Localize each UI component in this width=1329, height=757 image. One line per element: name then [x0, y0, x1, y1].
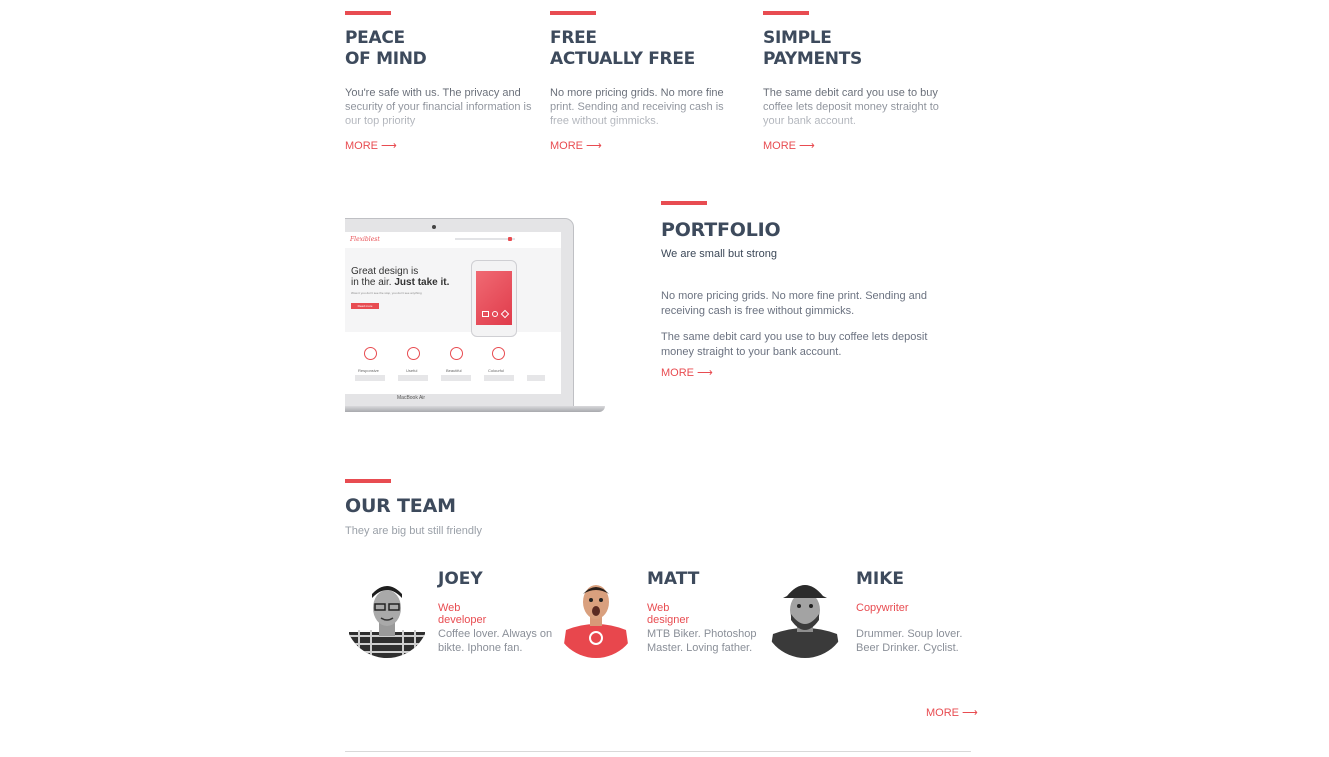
arrow-right-icon: ⟶ [962, 707, 978, 719]
phone-app-icon [500, 309, 510, 319]
accent-bar [661, 201, 707, 205]
member-role: Copywriter [856, 602, 909, 614]
screen-cta-button: Read more [351, 303, 379, 309]
accent-bar [345, 479, 391, 483]
member-name: MATT [647, 569, 700, 589]
screen-hero [345, 248, 561, 332]
member-name: MIKE [856, 569, 905, 589]
camera-icon [432, 225, 436, 229]
laptop-lid: Flexiblest Great design is in the air. J… [345, 218, 574, 408]
portfolio-subtitle: We are small but strong [661, 248, 777, 260]
screen-feature-label: Responsive [358, 368, 379, 373]
screen-feature-icon [364, 347, 377, 360]
accent-bar [345, 11, 391, 15]
feature-text: You're safe with us. The privacy and sec… [345, 86, 535, 128]
avatar [554, 574, 638, 658]
screen-feature-icon [450, 347, 463, 360]
feature-title: FREE ACTUALLY FREE [550, 28, 695, 69]
more-link[interactable]: MORE ⟶ [763, 139, 953, 153]
laptop-brand: MacBook Air [397, 395, 426, 401]
phone-app-icon [482, 311, 489, 317]
member-name: JOEY [438, 569, 483, 589]
screen-phone [471, 260, 517, 337]
screen-logo: Flexiblest [350, 236, 380, 243]
arrow-right-icon: ⟶ [799, 140, 815, 152]
feature-simple: SIMPLE PAYMENTS The same debit card you … [763, 11, 953, 153]
screen-feature-label: Beautiful [446, 368, 462, 373]
feature-title: PEACE OF MIND [345, 28, 427, 69]
laptop-screen: Flexiblest Great design is in the air. J… [345, 232, 561, 394]
feature-text: No more pricing grids. No more fine prin… [550, 86, 740, 128]
screen-nav [455, 238, 515, 240]
section-divider [345, 751, 971, 752]
screen-headline: Great design is in the air. Just take it… [351, 266, 450, 288]
screen-feature-label: Useful [406, 368, 418, 373]
phone-app-icon [492, 311, 498, 317]
portfolio-more-link[interactable]: MORE ⟶ [661, 366, 961, 380]
member-role: Web designer [647, 602, 690, 626]
accent-bar [550, 11, 596, 15]
team-title: OUR TEAM [345, 495, 456, 517]
member-role: Web developer [438, 602, 487, 626]
accent-bar [763, 11, 809, 15]
screen-feature-icon [492, 347, 505, 360]
arrow-right-icon: ⟶ [586, 140, 602, 152]
team-header: OUR TEAM They are big but still friendly [345, 479, 482, 537]
more-link[interactable]: MORE ⟶ [550, 139, 740, 153]
avatar [345, 574, 429, 658]
arrow-right-icon: ⟶ [697, 367, 713, 379]
member-bio: Drummer. Soup lover. Beer Drinker. Cycli… [856, 628, 963, 654]
more-link[interactable]: MORE ⟶ [345, 139, 535, 153]
laptop-base [345, 406, 605, 412]
laptop-image: Flexiblest Great design is in the air. J… [345, 218, 607, 416]
portfolio-section: PORTFOLIO We are small but strong No mor… [661, 201, 961, 380]
member-bio: MTB Biker. Photoshop Master. Loving fath… [647, 628, 757, 654]
screen-tagline: Wow it you don't see the stop, you don't… [351, 291, 422, 295]
feature-title: SIMPLE PAYMENTS [763, 28, 862, 69]
team-subtitle: They are big but still friendly [345, 525, 482, 537]
screen-feature-label: Colourful [488, 368, 505, 373]
portfolio-paragraph: No more pricing grids. No more fine prin… [661, 290, 927, 317]
portfolio-title: PORTFOLIO [661, 219, 781, 241]
arrow-right-icon: ⟶ [381, 140, 397, 152]
team-more-link[interactable]: MORE ⟶ [926, 706, 978, 720]
screen-nav-icon [508, 237, 512, 241]
avatar [763, 574, 847, 658]
portfolio-paragraph: The same debit card you use to buy coffe… [661, 331, 928, 358]
feature-peace: PEACE OF MIND You're safe with us. The p… [345, 11, 535, 153]
feature-free: FREE ACTUALLY FREE No more pricing grids… [550, 11, 740, 153]
member-bio: Coffee lover. Always on bikte. Iphone fa… [438, 628, 553, 654]
screen-feature-icon [407, 347, 420, 360]
feature-text: The same debit card you use to buy coffe… [763, 86, 953, 128]
